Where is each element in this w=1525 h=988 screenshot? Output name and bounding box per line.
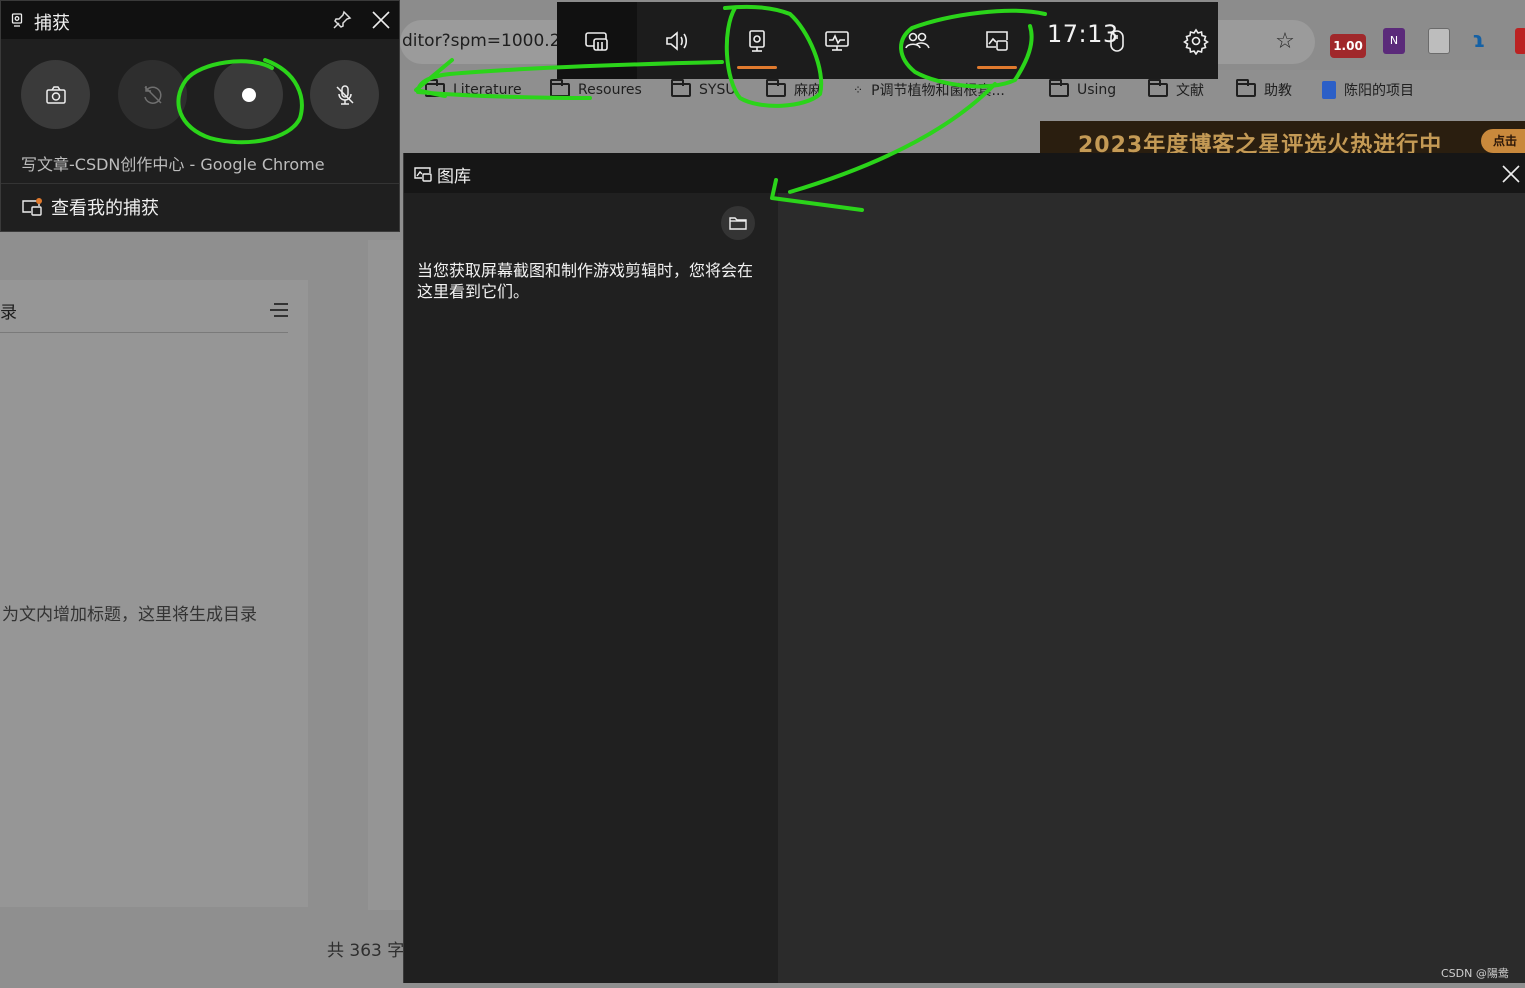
document-extension-icon[interactable] <box>1428 28 1450 54</box>
bookmark-literature[interactable]: Literature <box>425 79 522 101</box>
gallery-icon <box>414 167 432 182</box>
replay-disabled-icon <box>143 85 162 104</box>
site-icon: ⁘ <box>853 83 864 97</box>
watermark: CSDN @陽鸯 <box>1441 967 1509 980</box>
pin-icon[interactable] <box>331 9 353 31</box>
bookmark-using[interactable]: Using <box>1049 79 1116 101</box>
folder-icon <box>1148 79 1168 97</box>
banner-button[interactable]: 点击 <box>1481 129 1525 153</box>
folder-icon <box>550 79 570 97</box>
folder-icon <box>766 79 786 97</box>
audio-widget-button[interactable] <box>637 2 717 79</box>
bookmark-ta[interactable]: 助教 <box>1236 79 1292 101</box>
extension-counter[interactable]: 1.00 <box>1330 34 1366 58</box>
capture-widget-button[interactable] <box>717 2 797 79</box>
word-count: 共 363 字 <box>327 941 405 961</box>
record-last-30s-button[interactable] <box>118 60 187 129</box>
toc-title: 录 <box>0 303 17 323</box>
gallery-empty-message: 当您获取屏幕截图和制作游戏剪辑时，您将会在这里看到它们。 <box>417 261 754 301</box>
screenshot-button[interactable] <box>21 60 90 129</box>
bookmark-label: 陈阳的项目 <box>1344 83 1414 99</box>
divider <box>1 183 399 184</box>
toc-divider <box>0 332 288 333</box>
gallery-preview-area <box>778 193 1525 983</box>
show-captures-link[interactable]: 查看我的捕获 <box>21 194 159 220</box>
folder-icon <box>425 79 445 97</box>
close-icon[interactable] <box>1500 163 1522 185</box>
red-extension-icon[interactable] <box>1515 28 1525 54</box>
capture-target-app: 写文章-CSDN创作中心 - Google Chrome <box>21 155 325 174</box>
start-recording-button[interactable] <box>214 60 283 129</box>
editor-page-edge <box>368 240 403 910</box>
folder-icon <box>671 79 691 97</box>
bookmark-mama[interactable]: 麻麻 <box>766 79 822 101</box>
bookmark-sysu[interactable]: SYSU <box>671 79 736 101</box>
bookmark-label: 麻麻 <box>794 83 822 99</box>
gallery-title: 图库 <box>437 167 471 187</box>
bookmark-label: Using <box>1077 82 1117 98</box>
folder-icon <box>1049 79 1069 97</box>
bookmark-label: P调节植物和菌根真... <box>871 83 1005 99</box>
capture-title: 捕获 <box>34 13 70 34</box>
promo-banner[interactable]: 2023年度博客之星评选火热进行中 点击 <box>1040 121 1525 153</box>
bookmark-p-regulation[interactable]: ⁘ P调节植物和菌根真... <box>853 79 1005 101</box>
performance-icon <box>825 30 849 51</box>
gallery-icon <box>22 198 42 216</box>
bookmark-resoures[interactable]: Resoures <box>550 79 642 101</box>
mouse-icon <box>1110 29 1124 52</box>
show-captures-label: 查看我的捕获 <box>51 198 159 219</box>
bookmark-label: Resoures <box>578 82 642 98</box>
capture-icon <box>11 13 23 27</box>
people-icon <box>905 32 930 48</box>
banner-text: 2023年度博客之星评选火热进行中 <box>1078 133 1443 153</box>
close-icon[interactable] <box>370 9 392 31</box>
capture-widget: 捕获 写文章-CSDN创作中心 - Google Chrome 查看我的捕获 <box>0 0 400 232</box>
bookmark-label: 助教 <box>1264 83 1292 99</box>
blue-extension-icon[interactable]: ɿ <box>1472 28 1490 54</box>
bookmark-projects[interactable]: 陈阳的项目 <box>1322 79 1414 101</box>
bookmark-literature-cn[interactable]: 文献 <box>1148 79 1204 101</box>
widget-menu-icon <box>585 31 608 51</box>
bookmark-label: 文献 <box>1176 83 1204 99</box>
gallery-header: 图库 <box>404 153 1525 193</box>
gallery-icon <box>986 30 1008 51</box>
toc-empty-message: 为文内增加标题，这里将生成目录 <box>2 605 257 625</box>
gallery-widget: 图库 当您获取屏幕截图和制作游戏剪辑时，您将会在这里看到它们。 <box>403 153 1525 983</box>
mic-toggle-button[interactable] <box>310 60 379 129</box>
social-widget-button[interactable] <box>877 2 957 79</box>
gear-icon <box>1183 28 1209 55</box>
record-icon <box>241 87 256 102</box>
bookmark-star-icon[interactable]: ☆ <box>1270 27 1300 57</box>
address-text[interactable]: ditor?spm=1000.2 <box>402 31 561 51</box>
doc-icon <box>1322 81 1336 99</box>
speaker-icon <box>666 30 688 51</box>
settings-button[interactable] <box>1151 2 1231 79</box>
mic-off-icon <box>335 84 354 105</box>
open-folder-button[interactable] <box>721 206 755 240</box>
folder-icon <box>1236 79 1256 97</box>
folder-icon <box>729 217 747 230</box>
bookmark-label: SYSU <box>699 82 736 98</box>
bookmark-label: Literature <box>453 82 522 98</box>
camera-icon <box>45 85 66 104</box>
widget-menu-button[interactable] <box>557 2 637 79</box>
capture-header: 捕获 <box>1 1 399 39</box>
gallery-widget-button[interactable] <box>957 2 1037 79</box>
toc-collapse-icon[interactable] <box>270 302 288 318</box>
capture-icon <box>749 29 765 52</box>
performance-widget-button[interactable] <box>797 2 877 79</box>
game-bar: 17:13 <box>557 2 1218 79</box>
toc-panel <box>0 280 308 907</box>
onenote-extension-icon[interactable]: N <box>1383 28 1405 54</box>
gallery-sidebar <box>404 193 778 983</box>
